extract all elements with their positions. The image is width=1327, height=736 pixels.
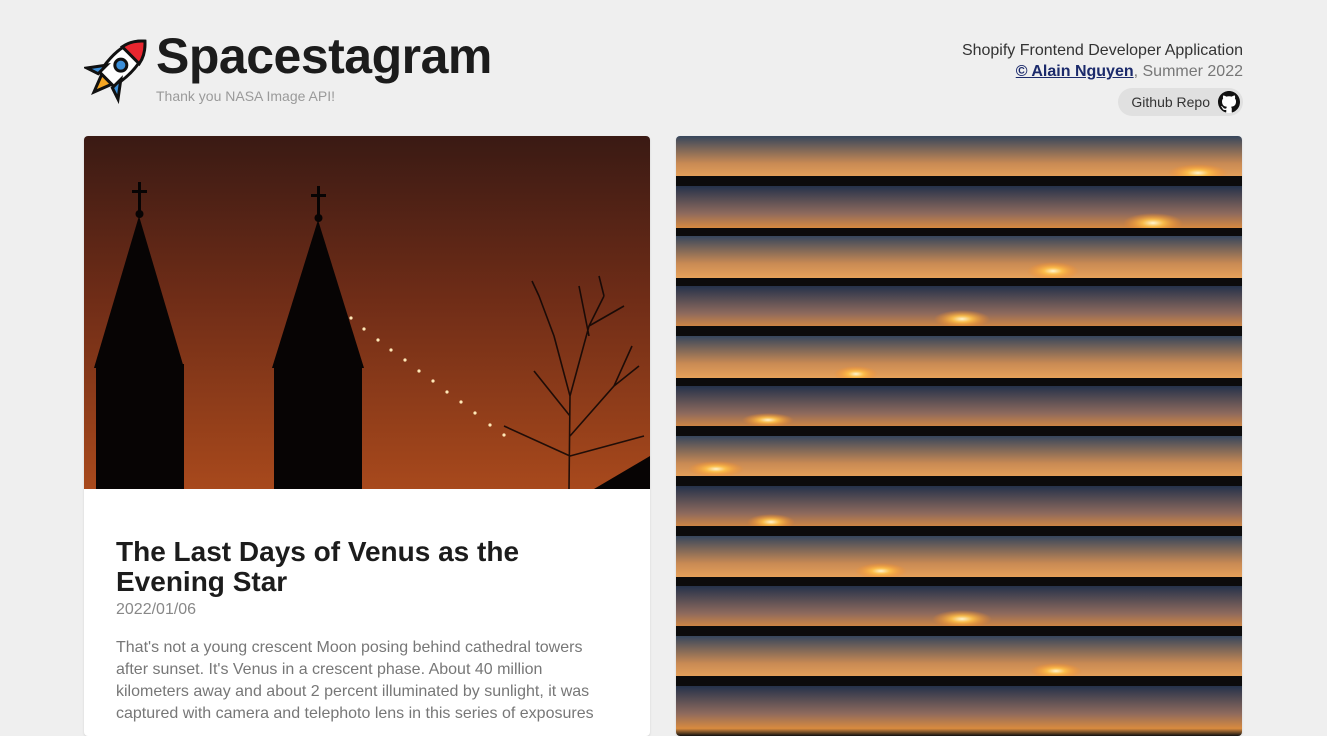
post-card: The Last Days of Venus as the Evening St… [84,136,650,736]
post-image-venus-churches [84,136,650,489]
post-title: The Last Days of Venus as the Evening St… [116,536,520,597]
application-label: Shopify Frontend Developer Application [961,42,1243,59]
page-header: Spacestagram Thank you NASA Image API! S… [84,26,1243,122]
post-image-sunset-panoramas [676,136,1242,736]
github-repo-button[interactable]: Github Repo [1118,88,1243,116]
post-card [676,136,1242,736]
rocket-icon [84,39,147,105]
github-repo-label: Github Repo [1131,93,1210,110]
app-title: Spacestagram [156,28,492,84]
credits: Shopify Frontend Developer Application ©… [962,40,1243,116]
post-date: 2022/01/06 [116,601,197,618]
github-icon [1218,91,1240,113]
brand: Spacestagram Thank you NASA Image API! [84,26,492,106]
author-link[interactable]: © Alain Nguyen [1016,63,1134,80]
season-label: , Summer 2022 [1133,63,1243,80]
app-subtitle: Thank you NASA Image API! [156,88,335,104]
